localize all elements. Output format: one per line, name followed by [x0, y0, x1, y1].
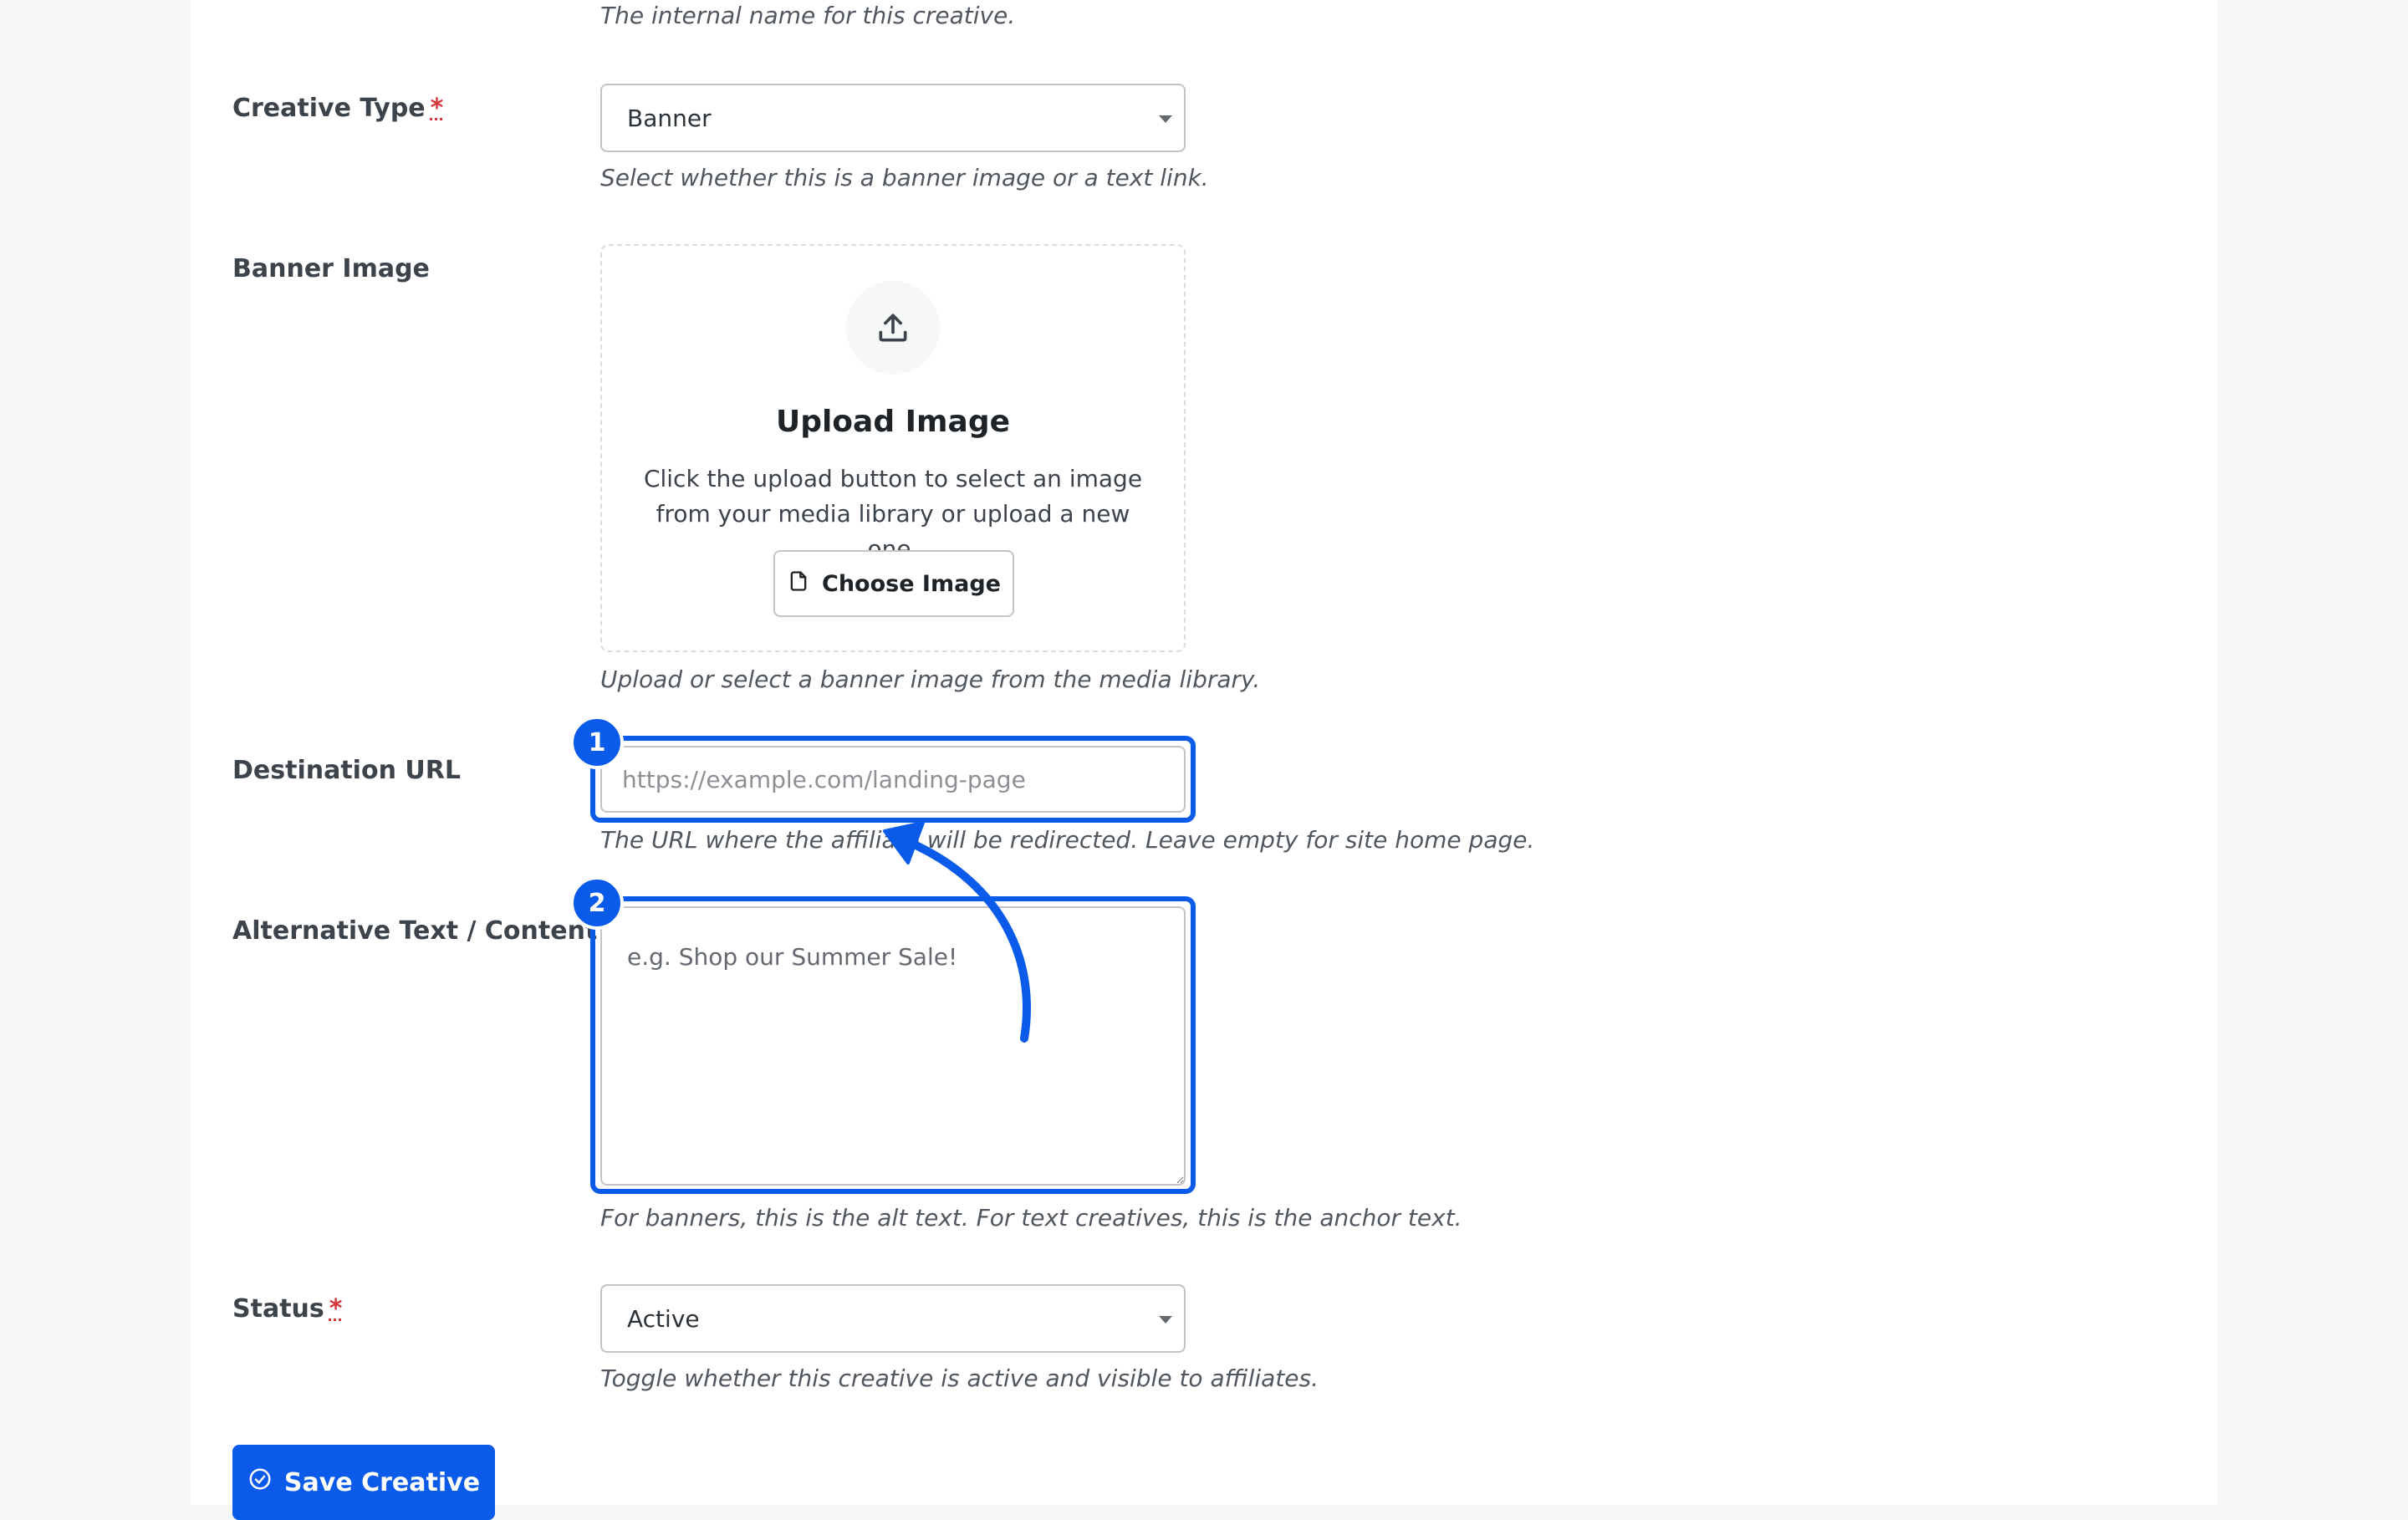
choose-image-label: Choose Image: [822, 570, 1001, 597]
creative-type-select[interactable]: Banner: [600, 84, 1186, 152]
banner-image-help: Upload or select a banner image from the…: [600, 666, 1261, 693]
chevron-down-icon: [1159, 115, 1172, 123]
upload-title: Upload Image: [775, 405, 1011, 439]
destination-url-label: Destination URL: [232, 756, 461, 785]
status-select[interactable]: Active: [600, 1284, 1186, 1353]
save-creative-button[interactable]: Save Creative: [232, 1445, 495, 1520]
alt-text-help: For banners, this is the alt text. For t…: [600, 1204, 1462, 1232]
status-label: Status *: [232, 1294, 342, 1324]
banner-image-label: Banner Image: [232, 254, 430, 283]
choose-image-button[interactable]: Choose Image: [773, 550, 1014, 617]
annotation-badge-2: 2: [570, 876, 624, 930]
creative-type-label-text: Creative Type: [232, 94, 426, 123]
creative-type-label: Creative Type *: [232, 94, 443, 123]
upload-icon: [846, 281, 940, 375]
save-creative-label: Save Creative: [283, 1467, 481, 1497]
banner-image-dropzone[interactable]: Upload Image Click the upload button to …: [600, 244, 1186, 652]
name-help-text: The internal name for this creative.: [600, 2, 1016, 29]
required-mark: *: [329, 1294, 343, 1324]
status-label-text: Status: [232, 1294, 324, 1324]
annotation-badge-1: 1: [570, 716, 624, 769]
destination-url-input[interactable]: [600, 746, 1186, 813]
alt-text-label: Alternative Text / Content: [232, 916, 598, 946]
required-mark: *: [430, 94, 444, 123]
creative-type-value: Banner: [627, 104, 712, 132]
status-help: Toggle whether this creative is active a…: [600, 1364, 1319, 1392]
check-circle-icon: [247, 1466, 273, 1498]
status-value: Active: [627, 1304, 700, 1333]
destination-url-help: The URL where the affiliate will be redi…: [600, 826, 1535, 854]
creative-type-help: Select whether this is a banner image or…: [600, 164, 1209, 191]
alt-text-textarea[interactable]: [600, 906, 1186, 1186]
form-card: [191, 0, 2217, 1505]
chevron-down-icon: [1159, 1316, 1172, 1324]
upload-desc-line-1: Click the upload button to select an ima…: [643, 465, 1143, 492]
file-icon: [787, 569, 810, 599]
